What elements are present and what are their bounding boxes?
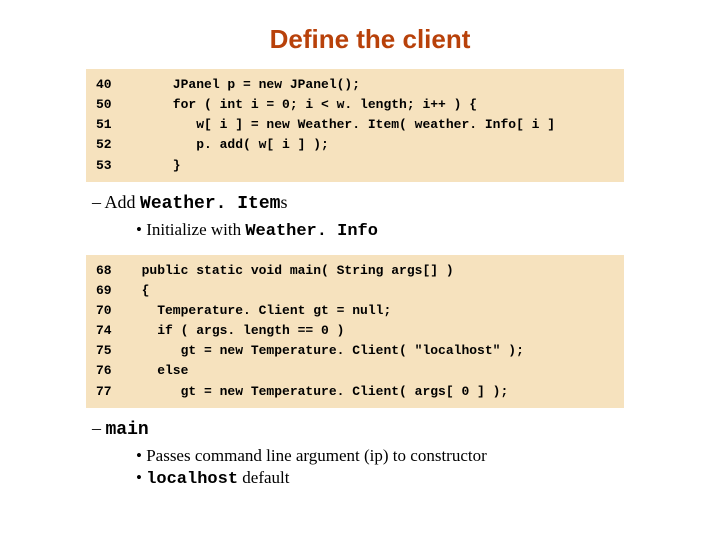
code-text: public static void main( String args[] ) — [126, 261, 614, 281]
sub-list-1: Initialize with Weather. Info — [136, 220, 684, 241]
item-text: Initialize with — [146, 220, 245, 239]
bullet-mono: Weather. Item — [140, 194, 280, 214]
code-line: 52 p. add( w[ i ] ); — [96, 135, 614, 155]
bullet-add-weather-items: Add Weather. Items — [92, 192, 684, 214]
code-text: } — [126, 156, 614, 176]
code-text: p. add( w[ i ] ); — [126, 135, 614, 155]
line-number: 50 — [96, 95, 126, 115]
code-text: JPanel p = new JPanel(); — [126, 75, 614, 95]
line-number: 68 — [96, 261, 126, 281]
line-number: 51 — [96, 115, 126, 135]
line-number: 75 — [96, 341, 126, 361]
line-number: 52 — [96, 135, 126, 155]
bullet-text: Add — [105, 192, 141, 212]
line-number: 74 — [96, 321, 126, 341]
line-number: 70 — [96, 301, 126, 321]
line-number: 40 — [96, 75, 126, 95]
code-text: gt = new Temperature. Client( "localhost… — [126, 341, 614, 361]
code-line: 70 Temperature. Client gt = null; — [96, 301, 614, 321]
list-item: Initialize with Weather. Info — [136, 220, 684, 241]
code-line: 40 JPanel p = new JPanel(); — [96, 75, 614, 95]
line-number: 77 — [96, 382, 126, 402]
code-text: for ( int i = 0; i < w. length; i++ ) { — [126, 95, 614, 115]
item-text-post: default — [238, 468, 289, 487]
item-mono: Weather. Info — [245, 222, 378, 241]
code-text: { — [126, 281, 614, 301]
item-text: Passes command line argument (ip) to con… — [146, 446, 487, 465]
code-text: if ( args. length == 0 ) — [126, 321, 614, 341]
code-line: 53 } — [96, 156, 614, 176]
line-number: 76 — [96, 361, 126, 381]
code-line: 68 public static void main( String args[… — [96, 261, 614, 281]
code-line: 74 if ( args. length == 0 ) — [96, 321, 614, 341]
line-number: 69 — [96, 281, 126, 301]
sub-list-2: Passes command line argument (ip) to con… — [136, 446, 684, 489]
code-line: 75 gt = new Temperature. Client( "localh… — [96, 341, 614, 361]
list-item: localhost default — [136, 468, 684, 489]
code-block-1: 40 JPanel p = new JPanel();50 for ( int … — [86, 69, 624, 182]
code-line: 76 else — [96, 361, 614, 381]
slide-title: Define the client — [56, 24, 684, 55]
list-item: Passes command line argument (ip) to con… — [136, 446, 684, 466]
line-number: 53 — [96, 156, 126, 176]
code-block-2: 68 public static void main( String args[… — [86, 255, 624, 408]
code-line: 51 w[ i ] = new Weather. Item( weather. … — [96, 115, 614, 135]
bullet-text-post: s — [280, 192, 287, 212]
code-line: 50 for ( int i = 0; i < w. length; i++ )… — [96, 95, 614, 115]
code-text: w[ i ] = new Weather. Item( weather. Inf… — [126, 115, 614, 135]
code-line: 69 { — [96, 281, 614, 301]
bullet-mono: main — [106, 420, 149, 440]
code-text: else — [126, 361, 614, 381]
code-text: gt = new Temperature. Client( args[ 0 ] … — [126, 382, 614, 402]
code-text: Temperature. Client gt = null; — [126, 301, 614, 321]
item-mono: localhost — [146, 470, 238, 489]
code-line: 77 gt = new Temperature. Client( args[ 0… — [96, 382, 614, 402]
bullet-main: main — [92, 418, 684, 440]
